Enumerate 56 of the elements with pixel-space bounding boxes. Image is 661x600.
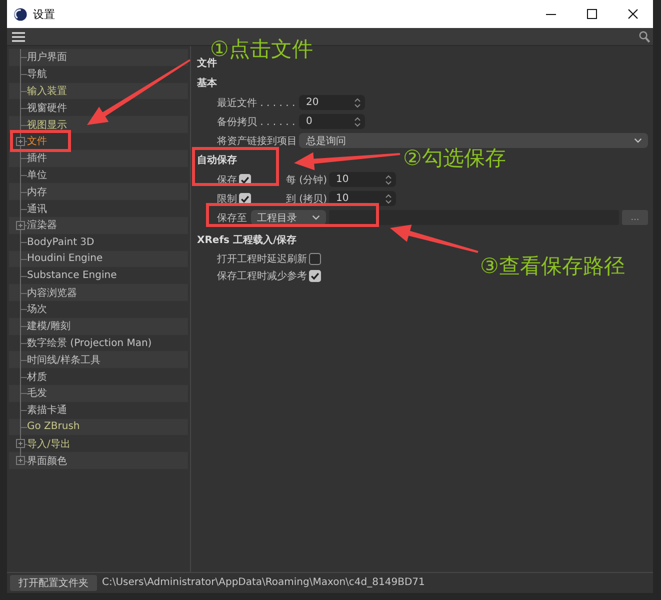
sidebar-item[interactable]: 视图显示 — [9, 116, 188, 133]
annotation-text: ②勾选保存 — [403, 147, 506, 169]
field-label: 到 (拷贝) — [286, 192, 328, 206]
spinner-icon[interactable] — [354, 96, 361, 108]
chevron-icon — [634, 138, 642, 143]
checkbox[interactable] — [309, 270, 321, 282]
expand-icon[interactable] — [16, 220, 25, 230]
section-heading: 自动保存 — [197, 154, 237, 168]
sidebar-item[interactable]: Go ZBrush — [9, 418, 188, 436]
spinner-icon[interactable] — [354, 116, 361, 128]
field-label: 每 (分钟) — [286, 174, 328, 186]
section-heading: 基本 — [197, 76, 217, 91]
checkbox-label: 保存工程时减少参考 — [217, 270, 307, 282]
close-icon[interactable] — [628, 9, 638, 19]
sidebar-item[interactable]: 时间线/样条工具 — [9, 351, 188, 368]
path-text: C:\Users\Administrator\AppData\Roaming\Maxon\c4d_8149BD71 — [102, 577, 425, 588]
expand-icon[interactable] — [16, 136, 25, 146]
dropdown[interactable]: 工程目录 — [251, 210, 326, 225]
sidebar-item[interactable]: 渲染器 — [9, 216, 188, 234]
field-label: 保存至 — [217, 212, 248, 224]
expand-icon[interactable] — [16, 456, 25, 466]
menu-icon[interactable] — [12, 32, 25, 42]
field-label: 备份拷贝 . . . . . . — [217, 116, 296, 128]
open-folder-button[interactable]: 打开配置文件夹 — [10, 574, 97, 590]
annotation-text: ③查看保存路径 — [480, 255, 625, 277]
maximize-icon[interactable] — [587, 9, 597, 19]
sidebar-item[interactable]: 插件 — [9, 150, 188, 167]
search-icon[interactable] — [639, 30, 650, 42]
checkbox[interactable] — [239, 192, 251, 204]
field-label: 将资产链接到项目 — [217, 134, 298, 148]
section-heading: XRefs 工程载入/保存 — [197, 234, 297, 248]
spinner-icon[interactable] — [385, 174, 392, 186]
highlight-box — [10, 130, 71, 152]
dropdown[interactable]: 总是询问 — [299, 133, 648, 148]
sidebar-item[interactable]: 用户界面 — [9, 49, 188, 66]
checkbox[interactable] — [309, 252, 321, 264]
checkbox-label: 限制 — [217, 192, 237, 206]
number-field[interactable]: 20 — [299, 95, 365, 110]
checkbox-label: 打开工程时延迟刷新 — [217, 252, 307, 266]
sidebar-item[interactable]: 输入装置 — [9, 82, 188, 100]
sidebar-item[interactable]: 界面颜色 — [9, 452, 188, 469]
chevron-icon — [312, 215, 320, 220]
number-field[interactable]: 10 — [329, 172, 396, 187]
expand-icon[interactable] — [16, 439, 25, 448]
sidebar-item[interactable]: 内容浏览器 — [9, 284, 188, 301]
page-heading: 文件 — [197, 56, 217, 71]
path-field[interactable] — [329, 210, 619, 225]
sidebar-item[interactable]: 毛发 — [9, 384, 188, 402]
sidebar-item[interactable]: 建模/雕刻 — [9, 318, 188, 335]
sidebar-item[interactable]: 内存 — [9, 183, 188, 200]
number-field[interactable]: 0 — [299, 114, 365, 129]
spinner-icon[interactable] — [385, 192, 392, 204]
logo-icon — [14, 8, 27, 20]
field-label: 最近文件 . . . . . . — [217, 96, 296, 110]
sidebar-item[interactable]: Houdini Engine — [9, 250, 188, 268]
window-title: 设置 — [33, 6, 55, 22]
